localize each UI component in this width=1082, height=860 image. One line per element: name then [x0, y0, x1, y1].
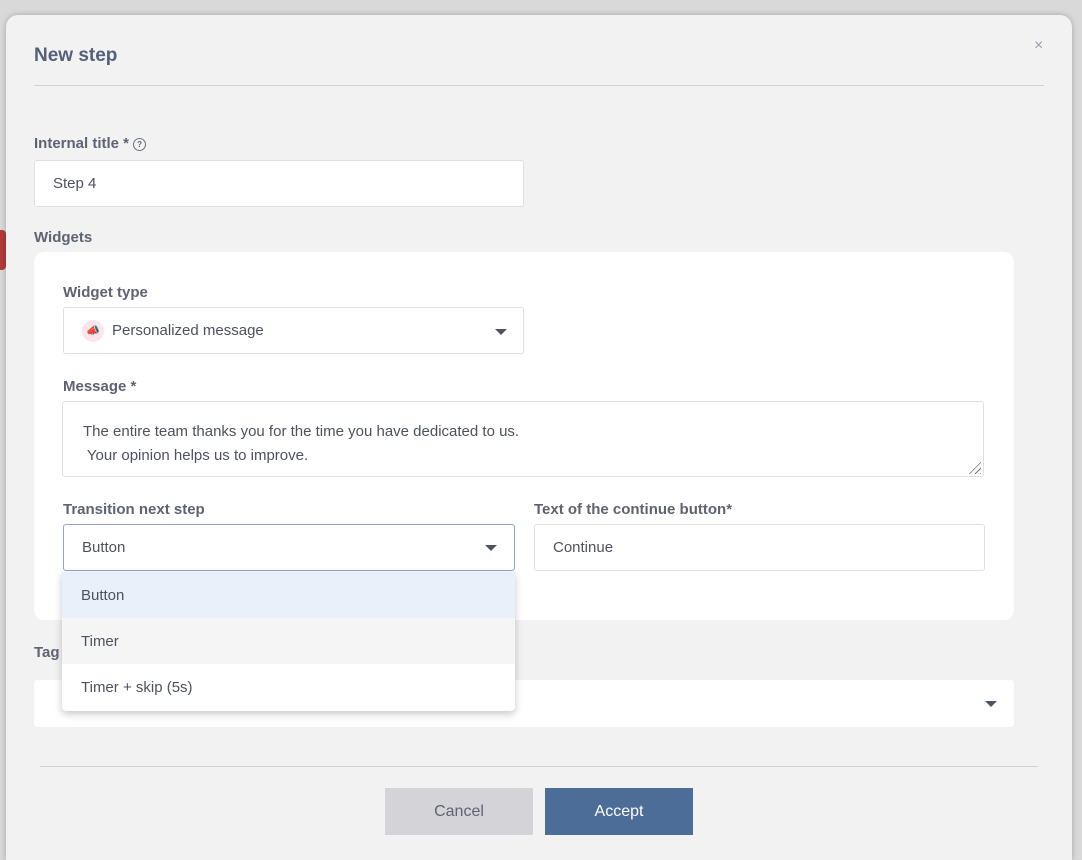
resize-handle-icon[interactable] — [967, 460, 981, 474]
widget-card: Widget type 📣 Personalized message Messa… — [34, 252, 1014, 620]
message-textarea[interactable]: The entire team thanks you for the time … — [62, 401, 984, 477]
internal-title-label-text: Internal title * — [34, 135, 130, 152]
continue-text-input[interactable]: Continue — [534, 524, 985, 571]
transition-dropdown-menu: Button Timer Timer + skip (5s) — [62, 572, 515, 711]
accept-button[interactable]: Accept — [545, 788, 693, 835]
option-timer[interactable]: Timer — [62, 618, 515, 664]
widget-type-label: Widget type — [63, 284, 148, 301]
chevron-down-icon — [485, 545, 497, 551]
message-line-2: Your opinion helps us to improve. — [83, 447, 309, 464]
message-label: Message * — [63, 378, 137, 395]
continue-text-label: Text of the continue button* — [534, 501, 733, 518]
tags-label: Tag — [34, 644, 60, 661]
internal-title-input[interactable]: Step 4 — [34, 160, 524, 207]
widget-type-value: Personalized message — [112, 322, 264, 339]
widgets-label: Widgets — [34, 229, 93, 246]
close-icon[interactable]: × — [1034, 37, 1043, 55]
new-step-modal: New step × Internal title *? Step 4 Widg… — [6, 15, 1072, 860]
help-icon[interactable]: ? — [133, 138, 147, 151]
internal-title-label: Internal title *? — [34, 135, 147, 152]
transition-select[interactable]: Button — [63, 524, 515, 571]
megaphone-icon: 📣 — [82, 319, 104, 342]
modal-title: New step — [34, 45, 118, 66]
option-timer-skip[interactable]: Timer + skip (5s) — [62, 664, 515, 710]
message-line-1: The entire team thanks you for the time … — [83, 423, 520, 440]
internal-title-value: Step 4 — [53, 175, 97, 192]
cancel-button[interactable]: Cancel — [385, 788, 533, 835]
option-button[interactable]: Button — [62, 572, 515, 618]
transition-value: Button — [82, 539, 126, 556]
widget-type-select[interactable]: 📣 Personalized message — [63, 307, 524, 354]
continue-text-value: Continue — [553, 539, 614, 556]
chevron-down-icon — [495, 329, 507, 335]
header-divider — [34, 85, 1044, 86]
transition-label: Transition next step — [63, 501, 205, 518]
chevron-down-icon — [985, 701, 997, 707]
footer-divider — [40, 766, 1038, 767]
